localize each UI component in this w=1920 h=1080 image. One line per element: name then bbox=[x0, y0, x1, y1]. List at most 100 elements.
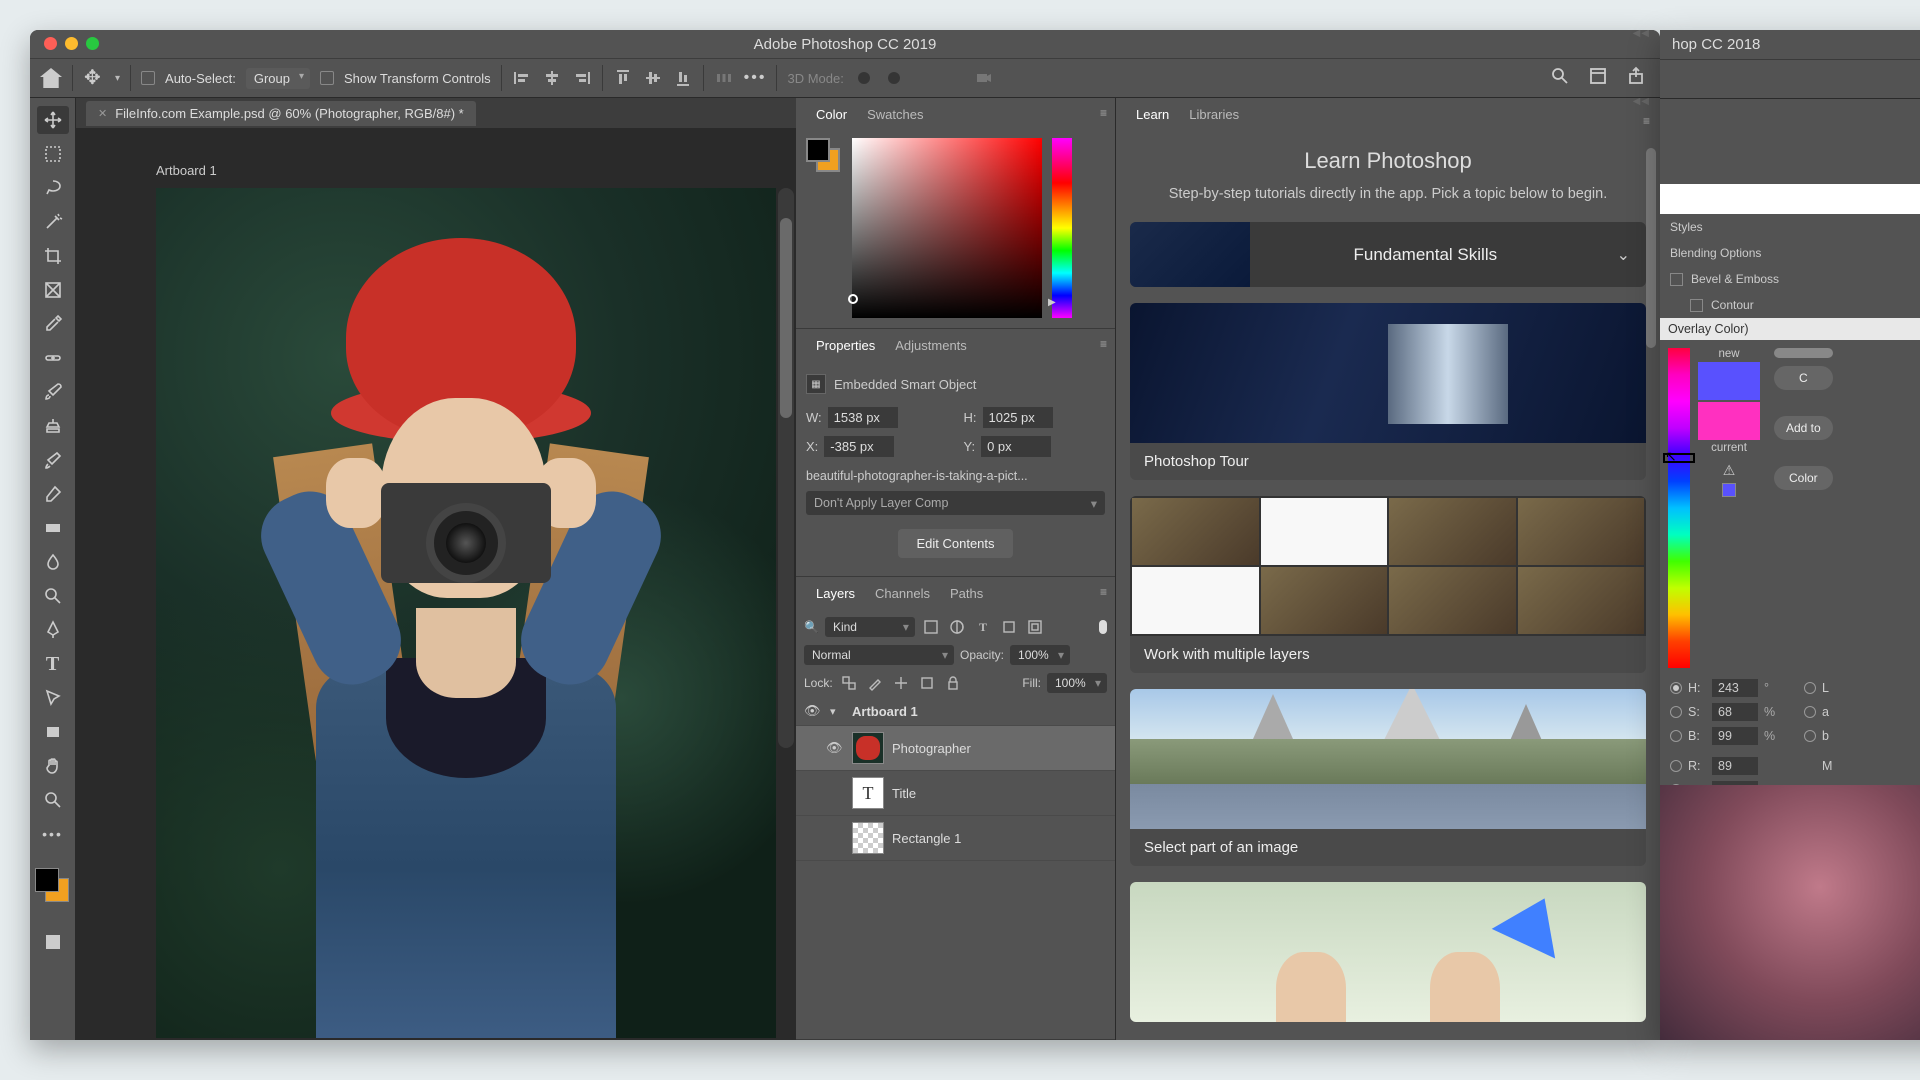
lock-artboard-icon[interactable] bbox=[917, 674, 937, 692]
hue-slider[interactable]: ▶ bbox=[1052, 138, 1072, 318]
foreground-swatch[interactable] bbox=[806, 138, 830, 162]
eraser-tool[interactable] bbox=[37, 480, 69, 508]
color-libraries-button[interactable]: Color bbox=[1774, 466, 1833, 490]
fill-value[interactable]: 100% bbox=[1047, 673, 1107, 693]
search-icon[interactable] bbox=[1550, 66, 1570, 91]
tab-color[interactable]: Color bbox=[806, 101, 857, 128]
lock-pixels-icon[interactable] bbox=[865, 674, 885, 692]
close-tab-icon[interactable]: ✕ bbox=[98, 107, 107, 120]
blur-tool[interactable] bbox=[37, 548, 69, 576]
visibility-icon[interactable]: 👁 bbox=[804, 703, 822, 719]
edit-contents-button[interactable]: Edit Contents bbox=[898, 529, 1012, 558]
edit-toolbar-icon[interactable]: ••• bbox=[37, 820, 69, 848]
align-left-icon[interactable] bbox=[512, 68, 532, 88]
h-input[interactable]: 243 bbox=[1712, 679, 1758, 697]
panel-collapse-icon[interactable]: ◀◀ bbox=[1633, 98, 1650, 107]
align-top-icon[interactable] bbox=[613, 68, 633, 88]
height-value[interactable]: 1025 px bbox=[983, 407, 1053, 428]
zoom-tool[interactable] bbox=[37, 786, 69, 814]
a-radio[interactable] bbox=[1804, 706, 1816, 718]
frame-tool[interactable] bbox=[37, 276, 69, 304]
photoshop-tour-card[interactable]: Photoshop Tour bbox=[1130, 303, 1646, 480]
scrollbar-thumb[interactable] bbox=[1646, 148, 1656, 348]
blending-options-row[interactable]: Blending Options bbox=[1670, 240, 1920, 266]
magic-wand-tool[interactable] bbox=[37, 208, 69, 236]
multiple-layers-card[interactable]: Work with multiple layers bbox=[1130, 496, 1646, 673]
path-selection-tool[interactable] bbox=[37, 684, 69, 712]
tab-properties[interactable]: Properties bbox=[806, 332, 885, 359]
s-input[interactable]: 68 bbox=[1712, 703, 1758, 721]
artboard[interactable] bbox=[156, 188, 776, 1038]
distribute-icon[interactable] bbox=[714, 68, 734, 88]
contour-row[interactable]: Contour bbox=[1670, 292, 1920, 318]
color-field[interactable] bbox=[852, 138, 1042, 318]
layer-name[interactable]: Title bbox=[892, 786, 916, 801]
learn-scrollbar[interactable] bbox=[1644, 138, 1658, 698]
marquee-tool[interactable] bbox=[37, 140, 69, 168]
contour-checkbox[interactable] bbox=[1690, 299, 1703, 312]
cancel-button[interactable]: C bbox=[1774, 366, 1833, 390]
type-tool[interactable]: T bbox=[37, 650, 69, 678]
more-options-icon[interactable]: ••• bbox=[744, 69, 767, 87]
lock-all-icon[interactable] bbox=[943, 674, 963, 692]
rectangle-layer-row[interactable]: Rectangle 1 bbox=[796, 816, 1115, 861]
brush-tool[interactable] bbox=[37, 378, 69, 406]
b2-radio[interactable] bbox=[1804, 730, 1816, 742]
pen-tool[interactable] bbox=[37, 616, 69, 644]
l-radio[interactable] bbox=[1804, 682, 1816, 694]
blend-mode-dropdown[interactable]: Normal bbox=[804, 645, 954, 665]
expand-icon[interactable]: ▾ bbox=[830, 705, 844, 718]
show-transform-checkbox[interactable] bbox=[320, 71, 334, 85]
view-mode-icon[interactable] bbox=[1588, 66, 1608, 91]
fundamental-skills-card[interactable]: Fundamental Skills ⌄ bbox=[1130, 222, 1646, 287]
align-middle-icon[interactable] bbox=[643, 68, 663, 88]
dodge-tool[interactable] bbox=[37, 582, 69, 610]
r-radio[interactable] bbox=[1670, 760, 1682, 772]
r-input[interactable]: 89 bbox=[1712, 757, 1758, 775]
panel-menu-icon[interactable]: ≡ bbox=[1643, 114, 1650, 128]
layer-name[interactable]: Photographer bbox=[892, 741, 971, 756]
healing-brush-tool[interactable] bbox=[37, 344, 69, 372]
tab-libraries[interactable]: Libraries bbox=[1179, 101, 1249, 128]
layer-name[interactable]: Rectangle 1 bbox=[892, 831, 961, 846]
filter-shape-icon[interactable] bbox=[999, 618, 1019, 636]
filter-toggle[interactable] bbox=[1099, 620, 1107, 634]
panel-menu-icon[interactable]: ≡ bbox=[1100, 106, 1107, 120]
hand-tool[interactable] bbox=[37, 752, 69, 780]
warning-icon[interactable]: ⚠ bbox=[1723, 462, 1736, 479]
canvas-stage[interactable]: Artboard 1 bbox=[76, 128, 796, 1040]
layer-thumbnail[interactable]: T bbox=[852, 777, 884, 809]
filter-type-icon[interactable]: T bbox=[973, 618, 993, 636]
crop-tool[interactable] bbox=[37, 242, 69, 270]
b-radio[interactable] bbox=[1670, 730, 1682, 742]
align-right-icon[interactable] bbox=[572, 68, 592, 88]
x-value[interactable]: -385 px bbox=[824, 436, 894, 457]
y-value[interactable]: 0 px bbox=[981, 436, 1051, 457]
auto-select-checkbox[interactable] bbox=[141, 71, 155, 85]
gradient-tool[interactable] bbox=[37, 514, 69, 542]
tool-dropdown-icon[interactable]: ▾ bbox=[115, 73, 120, 84]
web-safe-swatch[interactable] bbox=[1722, 483, 1736, 497]
move-tool[interactable] bbox=[37, 106, 69, 134]
layer-thumbnail[interactable] bbox=[852, 822, 884, 854]
layer-comp-dropdown[interactable]: Don't Apply Layer Comp bbox=[806, 491, 1105, 515]
tab-layers[interactable]: Layers bbox=[806, 580, 865, 607]
s-radio[interactable] bbox=[1670, 706, 1682, 718]
scrollbar-thumb[interactable] bbox=[780, 218, 792, 418]
document-tab[interactable]: ✕ FileInfo.com Example.psd @ 60% (Photog… bbox=[86, 101, 476, 126]
tutorial-card[interactable] bbox=[1130, 882, 1646, 1022]
auto-select-dropdown[interactable]: Group bbox=[246, 68, 310, 89]
move-tool-icon[interactable] bbox=[83, 67, 105, 89]
align-bottom-icon[interactable] bbox=[673, 68, 693, 88]
select-image-card[interactable]: Select part of an image bbox=[1130, 689, 1646, 866]
foreground-color-swatch[interactable] bbox=[35, 868, 59, 892]
filter-pixel-icon[interactable] bbox=[921, 618, 941, 636]
width-value[interactable]: 1538 px bbox=[828, 407, 898, 428]
new-color-swatch[interactable] bbox=[1698, 362, 1760, 400]
filter-kind-dropdown[interactable]: Kind bbox=[825, 617, 915, 637]
color-swatches[interactable] bbox=[33, 866, 73, 906]
quick-mask-icon[interactable] bbox=[37, 928, 69, 956]
ok-button[interactable] bbox=[1774, 348, 1833, 358]
hue-slider-large[interactable]: ↖ bbox=[1668, 348, 1690, 668]
clone-stamp-tool[interactable] bbox=[37, 412, 69, 440]
